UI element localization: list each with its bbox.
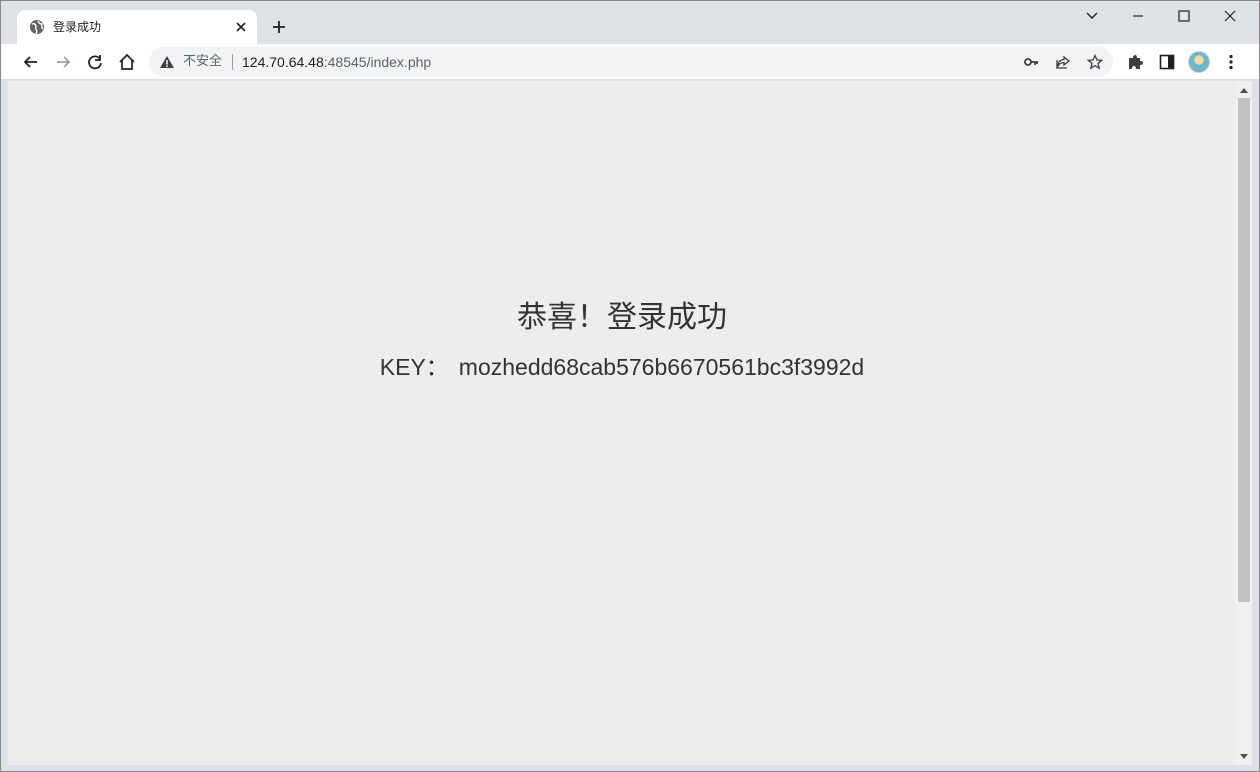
home-icon[interactable] <box>117 52 137 72</box>
address-bar[interactable]: 不安全 124.70.64.48:48545/index.php <box>149 47 1113 77</box>
more-menu-icon[interactable] <box>1221 52 1241 72</box>
key-icon[interactable] <box>1023 54 1039 70</box>
vertical-scrollbar[interactable] <box>1236 81 1252 765</box>
warning-icon[interactable] <box>159 55 175 69</box>
tab-strip: 登录成功 <box>1 1 1259 44</box>
page-content: 恭喜！登录成功 KEY： mozhedd68cab576b6670561bc3f3… <box>8 81 1236 765</box>
key-value: mozhedd68cab576b6670561bc3f3992d <box>458 354 865 380</box>
close-icon[interactable] <box>233 19 249 35</box>
globe-icon <box>30 20 44 35</box>
extensions-icon[interactable] <box>1125 52 1145 72</box>
url-path: :48545/index.php <box>323 54 432 70</box>
tab-title: 登录成功 <box>53 20 102 34</box>
bookmark-star-icon[interactable] <box>1087 54 1103 70</box>
scroll-up-arrow-icon[interactable] <box>1240 86 1248 94</box>
forward-arrow-icon[interactable] <box>53 52 73 72</box>
url-host: 124.70.64.48 <box>242 54 324 70</box>
key-line: KEY： mozhedd68cab576b6670561bc3f3992d <box>8 352 1236 382</box>
omnibox-divider <box>232 54 233 70</box>
browser-window: 登录成功 不安全 124.70.64.48:48545/index.php 恭喜… <box>0 0 1260 772</box>
window-close-icon[interactable] <box>1221 7 1239 25</box>
tab-active[interactable]: 登录成功 <box>17 10 257 44</box>
back-arrow-icon[interactable] <box>21 52 41 72</box>
maximize-icon[interactable] <box>1175 7 1193 25</box>
minimize-icon[interactable] <box>1129 7 1147 25</box>
scrollbar-thumb[interactable] <box>1238 98 1250 602</box>
not-secure-label[interactable]: 不安全 <box>183 54 222 70</box>
scroll-down-arrow-icon[interactable] <box>1240 753 1248 761</box>
success-heading: 恭喜！登录成功 <box>517 300 727 335</box>
share-icon[interactable] <box>1055 54 1071 70</box>
reload-icon[interactable] <box>85 52 105 72</box>
url-text[interactable]: 124.70.64.48:48545/index.php <box>242 54 431 70</box>
profile-avatar[interactable] <box>1188 51 1210 73</box>
browser-toolbar: 不安全 124.70.64.48:48545/index.php <box>1 44 1259 80</box>
tab-search-icon[interactable] <box>1083 7 1101 25</box>
side-panel-icon[interactable] <box>1157 52 1177 72</box>
new-tab-icon[interactable] <box>269 17 289 37</box>
key-label: KEY： <box>379 354 449 380</box>
